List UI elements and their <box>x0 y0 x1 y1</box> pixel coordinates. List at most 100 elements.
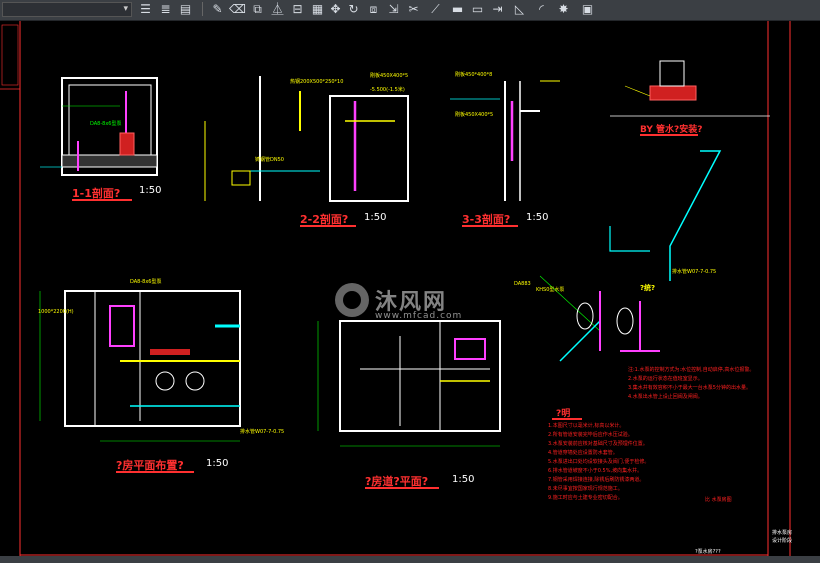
design-notes: 1.本图尺寸以毫米计,标高以米计。 2.所有管道安装完毕后应作水压试验。 3.水… <box>548 422 649 503</box>
s33-dim2-label: 刚板450X400*5 <box>455 111 493 118</box>
notes-underline <box>552 418 582 420</box>
s22-pit <box>329 95 409 202</box>
titleblock-small-note: 比 水泵房图 <box>705 497 732 503</box>
layer-state-icon[interactable]: ≣ <box>158 2 173 17</box>
watermark: 沐风网 www.mfcad.com <box>335 283 461 321</box>
section-2-2: 热钢200X500*250*10 刚板450X400*5 -5.500(-1.5… <box>204 72 409 202</box>
s11-slab <box>61 154 158 168</box>
offset-icon[interactable]: ⊟ <box>290 2 305 17</box>
sys-pump-label: DA883 <box>514 281 531 287</box>
s22-dim1-label: 热钢200X500*250*10 <box>290 78 343 85</box>
s22-elev-label: -5.500(-1.5米) <box>370 86 405 93</box>
fillet-icon[interactable]: ◜ <box>534 2 549 17</box>
chamfer-icon[interactable]: ◺ <box>512 2 527 17</box>
by-machine <box>659 60 685 87</box>
layer-iso-icon[interactable]: ▤ <box>178 2 193 17</box>
toolbar: ▾ ☰ ≣ ▤ ✎ ⌫ ⧉ ⏅ ⊟ ▦ ✥ ↻ ⧈ ⇲ ✂ ⟋ ▬ ▭ ⇥ ◺ … <box>0 0 820 21</box>
section11-underline <box>72 199 132 201</box>
s11-pump-label: DA8-8x6型泵 <box>90 120 122 127</box>
sys-cyan-riser <box>669 150 722 281</box>
mirror-icon[interactable]: ⏅ <box>270 2 285 17</box>
pit-outline <box>339 320 501 432</box>
drawing-canvas[interactable]: DA8-8x6型泵 热钢200X500*250*10 刚板450X400*5 -… <box>0 21 820 556</box>
by-leader <box>624 85 651 97</box>
move-icon[interactable]: ✥ <box>328 2 343 17</box>
join-icon[interactable]: ⇥ <box>490 2 505 17</box>
room-plan-underline <box>116 471 194 473</box>
section22-underline <box>300 225 356 227</box>
s22-dim2-label: 刚板450X400*5 <box>370 72 408 79</box>
titleblock-label-2: 设计阶段 <box>772 538 793 544</box>
system-diagram-title: ?统? <box>640 284 656 292</box>
system-note-line: 2.水泵的运行状态在值班室显示。 <box>628 376 703 382</box>
system-note-line: 4.水泵出水管上设止回阀及闸阀。 <box>628 394 703 400</box>
plan-base <box>150 349 190 355</box>
plan-pump-1 <box>155 371 175 391</box>
note-line: 6.排水管道坡度不小于0.5%,坡向集水井。 <box>548 468 643 474</box>
extend-icon[interactable]: ⟋ <box>428 2 443 17</box>
layer-dropdown[interactable]: ▾ <box>2 2 132 17</box>
section11-scale: 1:50 <box>139 185 162 196</box>
pit-pump <box>454 338 486 360</box>
section33-scale: 1:50 <box>526 212 549 223</box>
note-line: 4.管道穿墙处应设置防水套管。 <box>548 450 618 456</box>
sys-pump-1 <box>576 302 594 330</box>
section22-scale: 1:50 <box>364 212 387 223</box>
plan-pump-label: DA8-8x6型泵 <box>130 278 162 285</box>
sys-pipe-diag <box>559 320 601 362</box>
trim-icon[interactable]: ✂ <box>406 2 421 17</box>
toolbar-separator <box>202 2 203 16</box>
erase-icon[interactable]: ⌫ <box>229 2 246 17</box>
stretch-icon[interactable]: ⇲ <box>386 2 401 17</box>
pit-plan <box>317 320 501 447</box>
system-note-line: 3.集水井有效容积不小于最大一台水泵5分钟的出水量。 <box>628 385 751 391</box>
section-1-1: DA8-8x6型泵 <box>40 77 158 176</box>
s22-pipe-label: 铸钢管DN50 <box>255 156 284 163</box>
break-icon[interactable]: ▬ <box>450 2 465 17</box>
s11-pump <box>119 132 135 156</box>
plan-tank-label: 1000*2200(H) <box>38 309 74 315</box>
explode-icon[interactable]: ✸ <box>556 2 571 17</box>
watermark-url: www.mfcad.com <box>375 311 463 321</box>
note-line: 5.水泵进出口处均设软接头及阀门,便于检修。 <box>548 459 650 465</box>
room-plan-scale: 1:50 <box>206 458 229 469</box>
note-line: 8.未尽事宜按国家现行规范施工。 <box>548 486 623 492</box>
match-prop-icon[interactable]: ✎ <box>210 2 225 17</box>
sys-cyan-branch <box>609 226 650 252</box>
break-at-point-icon[interactable]: ▭ <box>470 2 485 17</box>
note-line: 2.所有管道安装完毕后应作水压试验。 <box>548 432 633 438</box>
status-bar <box>0 556 820 563</box>
section33-underline <box>462 225 518 227</box>
note-line: 3.水泵安装前应核对基础尺寸及预埋件位置。 <box>548 441 648 447</box>
system-notes: 注:1.水泵的控制方式为:水位控制,自动启停,高水位报警。 2.水泵的运行状态在… <box>628 366 754 402</box>
s22-step <box>231 170 251 186</box>
sys-green-1 <box>539 275 601 332</box>
watermark-logo-icon <box>335 283 369 317</box>
layer-tool-icon[interactable]: ☰ <box>138 2 153 17</box>
room-plan: DA8-8x6型泵 1000*2200(H) 排水管W07-7-0.75 <box>38 278 284 442</box>
chevron-down-icon[interactable]: ▾ <box>123 4 128 14</box>
plan-tank <box>109 305 135 347</box>
pit-plan-scale: 1:50 <box>452 474 475 485</box>
sys-head-label: KHS0型水泵 <box>536 286 564 293</box>
note-line: 1.本图尺寸以毫米计,标高以米计。 <box>548 423 625 429</box>
properties-icon[interactable]: ▣ <box>580 2 595 17</box>
plan-pipe-label: 排水管W07-7-0.75 <box>240 428 284 435</box>
note-line: 7.钢管采用焊接连接,除锈后刷防锈漆两道。 <box>548 477 645 483</box>
by-base <box>649 85 697 101</box>
binding-box <box>1 24 19 86</box>
system-diagram: DA883 排水管W07-7-0.75 KHS0型水泵 <box>514 150 722 362</box>
sys-pump-2 <box>616 307 634 335</box>
array-icon[interactable]: ▦ <box>310 2 325 17</box>
system-note-line: 注:1.水泵的控制方式为:水位控制,自动启停,高水位报警。 <box>628 367 755 373</box>
s33-dim1-label: 刚板450*400*8 <box>455 71 492 78</box>
by-section-underline <box>640 134 698 136</box>
scale-icon[interactable]: ⧈ <box>366 2 381 17</box>
pit-plan-underline <box>365 487 439 489</box>
plan-pump-2 <box>185 371 205 391</box>
copy-icon[interactable]: ⧉ <box>250 2 265 17</box>
sys-pipe-label: 排水管W07-7-0.75 <box>672 268 716 275</box>
by-detail <box>610 60 770 117</box>
rotate-icon[interactable]: ↻ <box>346 2 361 17</box>
note-line: 9.施工时应与土建专业密切配合。 <box>548 495 623 501</box>
